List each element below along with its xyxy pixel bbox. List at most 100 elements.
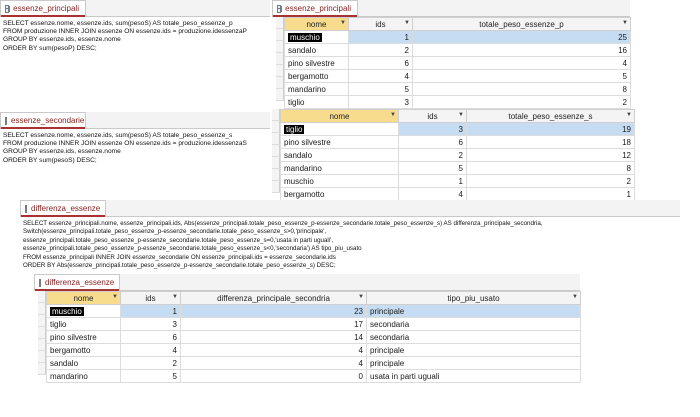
cell-tipo[interactable]: secondaria <box>366 330 581 344</box>
cell-ids[interactable]: 6 <box>120 330 181 344</box>
table-row[interactable]: pino silvestre 6 4 <box>284 56 631 70</box>
tab-differenza-essenze-datasheet[interactable]: differenza_essenze <box>34 274 120 291</box>
cell-ids[interactable]: 6 <box>348 56 413 70</box>
datasheet-grid-1[interactable]: nome ▼ ids ▼ totale_peso_essenze_p ▼ muschi… <box>284 17 631 109</box>
sql-editor[interactable]: SELECT essenze.nome, essenze.ids, sum(pe… <box>0 129 270 168</box>
table-row[interactable]: sandalo 2 12 <box>280 148 635 162</box>
tab-essenze-principali-datasheet[interactable]: essenze_principali <box>272 0 358 17</box>
cell-ids[interactable]: 5 <box>120 369 181 383</box>
tab-differenza-essenze-sql[interactable]: differenza_essenze <box>20 200 106 217</box>
cell-nome[interactable]: muschio <box>280 174 399 188</box>
cell-tipo[interactable]: usata in parti uguali <box>366 369 581 383</box>
column-header-differenza[interactable]: differenza_principale_secondria ▼ <box>180 291 367 305</box>
table-row[interactable]: muschio 1 23 principale <box>46 304 581 318</box>
dropdown-arrow-icon[interactable]: ▼ <box>340 20 346 26</box>
cell-totale[interactable]: 8 <box>412 82 631 96</box>
dropdown-arrow-icon[interactable]: ▼ <box>626 112 632 118</box>
cell-nome[interactable]: mandarino <box>46 369 121 383</box>
column-header-totale[interactable]: totale_peso_essenze_s ▼ <box>466 109 635 123</box>
record-selector[interactable] <box>38 291 46 375</box>
dropdown-arrow-icon[interactable]: ▼ <box>458 112 464 118</box>
cell-nome[interactable]: bergamotto <box>280 187 399 201</box>
cell-nome[interactable]: sandalo <box>284 43 349 57</box>
cell-nome[interactable]: bergamotto <box>46 343 121 357</box>
cell-differenza[interactable]: 17 <box>180 317 367 331</box>
dropdown-arrow-icon[interactable]: ▼ <box>572 294 578 300</box>
cell-ids[interactable]: 3 <box>120 317 181 331</box>
cell-nome[interactable]: tiglio <box>284 124 305 134</box>
cell-nome[interactable]: pino silvestre <box>46 330 121 344</box>
table-row[interactable]: bergamotto 4 1 <box>280 187 635 201</box>
cell-differenza[interactable]: 23 <box>180 304 367 318</box>
cell-totale[interactable]: 12 <box>466 148 635 162</box>
sql-editor[interactable]: SELECT essenze_principali.nome, essenze_… <box>20 217 680 273</box>
cell-ids[interactable]: 2 <box>348 43 413 57</box>
table-row[interactable]: mandarino 5 8 <box>280 161 635 175</box>
cell-differenza[interactable]: 14 <box>180 330 367 344</box>
cell-ids[interactable]: 4 <box>348 69 413 83</box>
cell-totale[interactable]: 1 <box>466 187 635 201</box>
column-header-totale[interactable]: totale_peso_essenze_p ▼ <box>412 17 631 31</box>
cell-nome[interactable]: muschio <box>50 306 84 316</box>
cell-nome[interactable]: muschio <box>288 32 322 42</box>
table-row[interactable]: sandalo 2 4 principale <box>46 356 581 370</box>
cell-ids[interactable]: 6 <box>398 135 467 149</box>
cell-nome[interactable]: mandarino <box>280 161 399 175</box>
cell-nome[interactable]: bergamotto <box>284 69 349 83</box>
cell-nome[interactable]: tiglio <box>46 317 121 331</box>
sql-editor[interactable]: SELECT essenze.nome, essenze.ids, sum(pe… <box>0 17 270 56</box>
column-header-ids[interactable]: ids ▼ <box>120 291 181 305</box>
cell-totale[interactable]: 8 <box>466 161 635 175</box>
cell-ids[interactable]: 2 <box>398 148 467 162</box>
cell-differenza[interactable]: 4 <box>180 356 367 370</box>
cell-ids[interactable]: 5 <box>348 82 413 96</box>
table-row[interactable]: pino silvestre 6 18 <box>280 135 635 149</box>
dropdown-arrow-icon[interactable]: ▼ <box>622 20 628 26</box>
cell-nome[interactable]: pino silvestre <box>284 56 349 70</box>
cell-totale[interactable]: 2 <box>466 174 635 188</box>
cell-ids[interactable]: 3 <box>398 122 467 136</box>
cell-ids[interactable]: 1 <box>120 304 181 318</box>
cell-differenza[interactable]: 4 <box>180 343 367 357</box>
cell-tipo[interactable]: principale <box>366 304 581 318</box>
column-header-ids[interactable]: ids ▼ <box>398 109 467 123</box>
dropdown-arrow-icon[interactable]: ▼ <box>172 294 178 300</box>
tab-essenze-secondarie-sql[interactable]: essenze_secondarie <box>0 112 86 129</box>
table-row[interactable]: mandarino 5 0 usata in parti uguali <box>46 369 581 383</box>
cell-nome[interactable]: tiglio <box>284 95 349 109</box>
table-row[interactable]: tiglio 3 2 <box>284 95 631 109</box>
record-selector[interactable] <box>276 17 284 101</box>
cell-totale[interactable]: 25 <box>412 30 631 44</box>
table-row[interactable]: tiglio 3 17 secondaria <box>46 317 581 331</box>
column-header-ids[interactable]: ids ▼ <box>348 17 413 31</box>
cell-totale[interactable]: 2 <box>412 95 631 109</box>
table-row[interactable]: bergamotto 4 5 <box>284 69 631 83</box>
table-row[interactable]: mandarino 5 8 <box>284 82 631 96</box>
column-header-nome[interactable]: nome ▼ <box>280 109 399 123</box>
cell-ids[interactable]: 5 <box>398 161 467 175</box>
cell-ids[interactable]: 2 <box>120 356 181 370</box>
cell-totale[interactable]: 18 <box>466 135 635 149</box>
cell-ids[interactable]: 3 <box>348 95 413 109</box>
table-row[interactable]: tiglio 3 19 <box>280 122 635 136</box>
dropdown-arrow-icon[interactable]: ▼ <box>390 112 396 118</box>
cell-totale[interactable]: 16 <box>412 43 631 57</box>
cell-ids[interactable]: 4 <box>120 343 181 357</box>
cell-totale[interactable]: 4 <box>412 56 631 70</box>
cell-totale[interactable]: 5 <box>412 69 631 83</box>
cell-nome[interactable]: sandalo <box>46 356 121 370</box>
datasheet-grid-2[interactable]: nome ▼ ids ▼ totale_peso_essenze_s ▼ tiglio… <box>280 109 635 201</box>
dropdown-arrow-icon[interactable]: ▼ <box>404 20 410 26</box>
cell-ids[interactable]: 1 <box>398 174 467 188</box>
cell-ids[interactable]: 4 <box>398 187 467 201</box>
cell-tipo[interactable]: principale <box>366 356 581 370</box>
dropdown-arrow-icon[interactable]: ▼ <box>112 294 118 300</box>
record-selector[interactable] <box>272 109 280 193</box>
tab-essenze-principali-sql[interactable]: essenze_principali <box>0 0 86 17</box>
cell-differenza[interactable]: 0 <box>180 369 367 383</box>
cell-tipo[interactable]: principale <box>366 343 581 357</box>
cell-nome[interactable]: sandalo <box>280 148 399 162</box>
column-header-nome[interactable]: nome ▼ <box>284 17 349 31</box>
column-header-nome[interactable]: nome ▼ <box>46 291 121 305</box>
table-row[interactable]: sandalo 2 16 <box>284 43 631 57</box>
